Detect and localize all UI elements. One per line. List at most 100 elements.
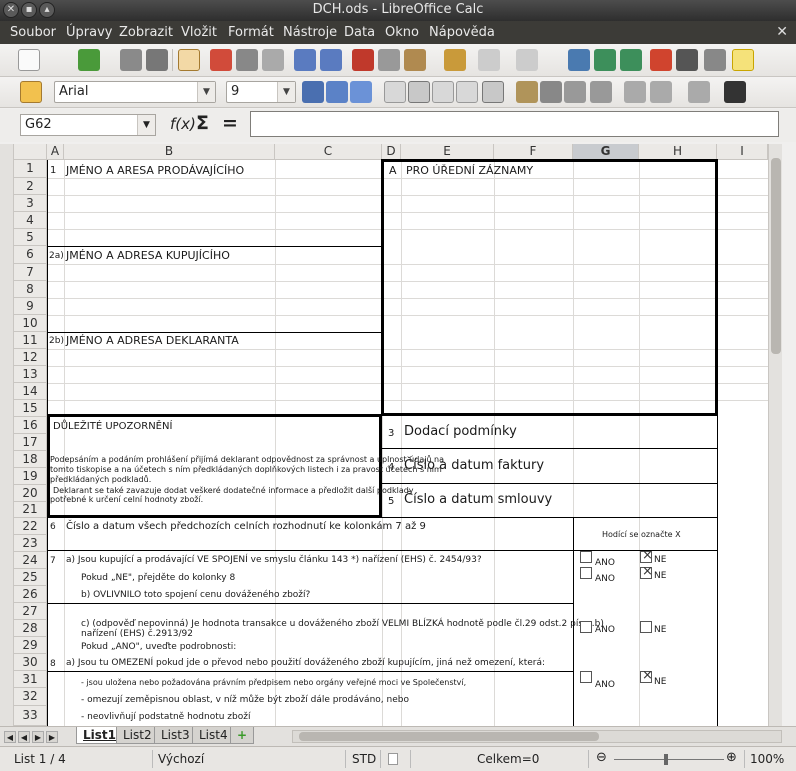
first-sheet-icon[interactable]: ◀ xyxy=(4,731,16,743)
zoom-out-icon[interactable]: ⊖ xyxy=(596,750,607,765)
row-header[interactable]: 24 xyxy=(14,552,47,569)
sheet-tab-list2[interactable]: List2 xyxy=(116,727,159,744)
close-document-icon[interactable]: ✕ xyxy=(776,24,788,40)
spellcheck-icon[interactable] xyxy=(294,49,316,71)
paste-icon[interactable] xyxy=(404,49,426,71)
row-header[interactable]: 31 xyxy=(14,671,47,688)
font-name-box[interactable]: Arial ▼ xyxy=(54,81,216,103)
menu-zobrazit[interactable]: Zobrazit xyxy=(119,25,173,40)
document-modified-icon[interactable] xyxy=(388,753,398,765)
scrollbar-thumb[interactable] xyxy=(771,158,781,354)
chart-icon[interactable] xyxy=(650,49,672,71)
row-header[interactable]: 26 xyxy=(14,586,47,603)
column-header-b[interactable]: B xyxy=(64,144,275,160)
row-header[interactable]: 9 xyxy=(14,298,47,315)
sum-icon[interactable]: Σ xyxy=(196,112,209,134)
next-sheet-icon[interactable]: ▶ xyxy=(32,731,44,743)
font-size-box[interactable]: 9 ▼ xyxy=(226,81,296,103)
menu-okno[interactable]: Okno xyxy=(385,25,419,40)
row-header[interactable]: 25 xyxy=(14,569,47,586)
open-icon[interactable] xyxy=(120,49,142,71)
menu-upravy[interactable]: Úpravy xyxy=(66,25,112,40)
hyperlink-icon[interactable] xyxy=(568,49,590,71)
column-header-c[interactable]: C xyxy=(275,144,382,160)
cut-icon[interactable] xyxy=(352,49,374,71)
zoom-slider[interactable] xyxy=(614,759,724,760)
row-header[interactable]: 2 xyxy=(14,178,47,195)
checkbox-ne-7a[interactable] xyxy=(640,548,653,563)
row-header[interactable]: 32 xyxy=(14,688,47,706)
checkbox-ano-7c[interactable] xyxy=(580,621,592,633)
column-header-i[interactable]: I xyxy=(717,144,768,160)
checkbox-ano-7b[interactable] xyxy=(580,567,592,579)
row-header[interactable]: 23 xyxy=(14,535,47,552)
increase-indent-icon[interactable] xyxy=(650,81,672,103)
row-header[interactable]: 19 xyxy=(14,468,47,485)
clone-formatting-icon[interactable] xyxy=(444,49,466,71)
bold-icon[interactable] xyxy=(302,81,324,103)
row-header[interactable]: 15 xyxy=(14,400,47,417)
merge-cells-icon[interactable] xyxy=(482,81,504,103)
row-header[interactable]: 11 xyxy=(14,332,47,349)
formula-icon[interactable]: = xyxy=(222,112,238,134)
currency-format-icon[interactable] xyxy=(516,81,538,103)
templates-icon[interactable] xyxy=(78,49,100,71)
align-center-icon[interactable] xyxy=(408,81,430,103)
gallery-icon[interactable] xyxy=(732,49,754,71)
checkbox-ano-7a[interactable] xyxy=(580,551,592,563)
percent-format-icon[interactable] xyxy=(540,81,562,103)
last-sheet-icon[interactable]: ▶ xyxy=(46,731,58,743)
zoom-slider-handle[interactable] xyxy=(664,754,668,765)
row-header[interactable]: 6 xyxy=(14,246,47,264)
add-decimal-icon[interactable] xyxy=(590,81,612,103)
menu-data[interactable]: Data xyxy=(344,25,375,40)
column-header-g[interactable]: G xyxy=(573,144,639,160)
row-header[interactable]: 27 xyxy=(14,603,47,620)
italic-icon[interactable] xyxy=(326,81,348,103)
row-header[interactable]: 10 xyxy=(14,315,47,332)
row-header[interactable]: 33 xyxy=(14,706,47,726)
row-header[interactable]: 3 xyxy=(14,195,47,212)
column-header-a[interactable]: A xyxy=(47,144,64,160)
background-color-icon[interactable] xyxy=(724,81,746,103)
decrease-indent-icon[interactable] xyxy=(624,81,646,103)
column-header-f[interactable]: F xyxy=(494,144,573,160)
selection-mode[interactable]: STD xyxy=(352,752,376,766)
undo-icon[interactable] xyxy=(478,49,500,71)
sort-descending-icon[interactable] xyxy=(620,49,642,71)
zoom-in-icon[interactable]: ⊕ xyxy=(726,750,737,765)
print-preview-icon[interactable] xyxy=(262,49,284,71)
row-header[interactable]: 18 xyxy=(14,451,47,468)
column-header-e[interactable]: E xyxy=(401,144,494,160)
left-split-strip[interactable] xyxy=(0,144,14,726)
menu-soubor[interactable]: Soubor xyxy=(10,25,56,40)
menu-nastroje[interactable]: Nástroje xyxy=(283,25,337,40)
row-header[interactable]: 29 xyxy=(14,637,47,654)
print-icon[interactable] xyxy=(236,49,258,71)
row-header[interactable]: 21 xyxy=(14,502,47,518)
sheet-tab-list3[interactable]: List3 xyxy=(154,727,197,744)
standard-format-icon[interactable] xyxy=(564,81,586,103)
chevron-down-icon[interactable]: ▼ xyxy=(137,115,155,135)
scrollbar-thumb[interactable] xyxy=(299,732,599,741)
checkbox-ne-7b[interactable] xyxy=(640,564,653,579)
row-header[interactable]: 5 xyxy=(14,229,47,246)
menu-vlozit[interactable]: Vložit xyxy=(181,25,217,40)
horizontal-scrollbar[interactable] xyxy=(292,730,782,743)
justify-icon[interactable] xyxy=(456,81,478,103)
export-pdf-icon[interactable] xyxy=(210,49,232,71)
row-header[interactable]: 14 xyxy=(14,383,47,400)
select-all-corner[interactable] xyxy=(14,144,47,160)
page-style[interactable]: Výchozí xyxy=(158,752,204,766)
zoom-level[interactable]: 100% xyxy=(750,752,784,766)
chevron-down-icon[interactable]: ▼ xyxy=(197,82,215,102)
align-left-icon[interactable] xyxy=(384,81,406,103)
row-header[interactable]: 22 xyxy=(14,518,47,535)
navigator-icon[interactable] xyxy=(704,49,726,71)
row-header[interactable]: 17 xyxy=(14,434,47,451)
row-header[interactable]: 1 xyxy=(14,160,47,178)
sheet-tab-list4[interactable]: List4 xyxy=(192,727,235,744)
underline-icon[interactable] xyxy=(350,81,372,103)
redo-icon[interactable] xyxy=(516,49,538,71)
name-box[interactable]: G62 ▼ xyxy=(20,114,156,136)
